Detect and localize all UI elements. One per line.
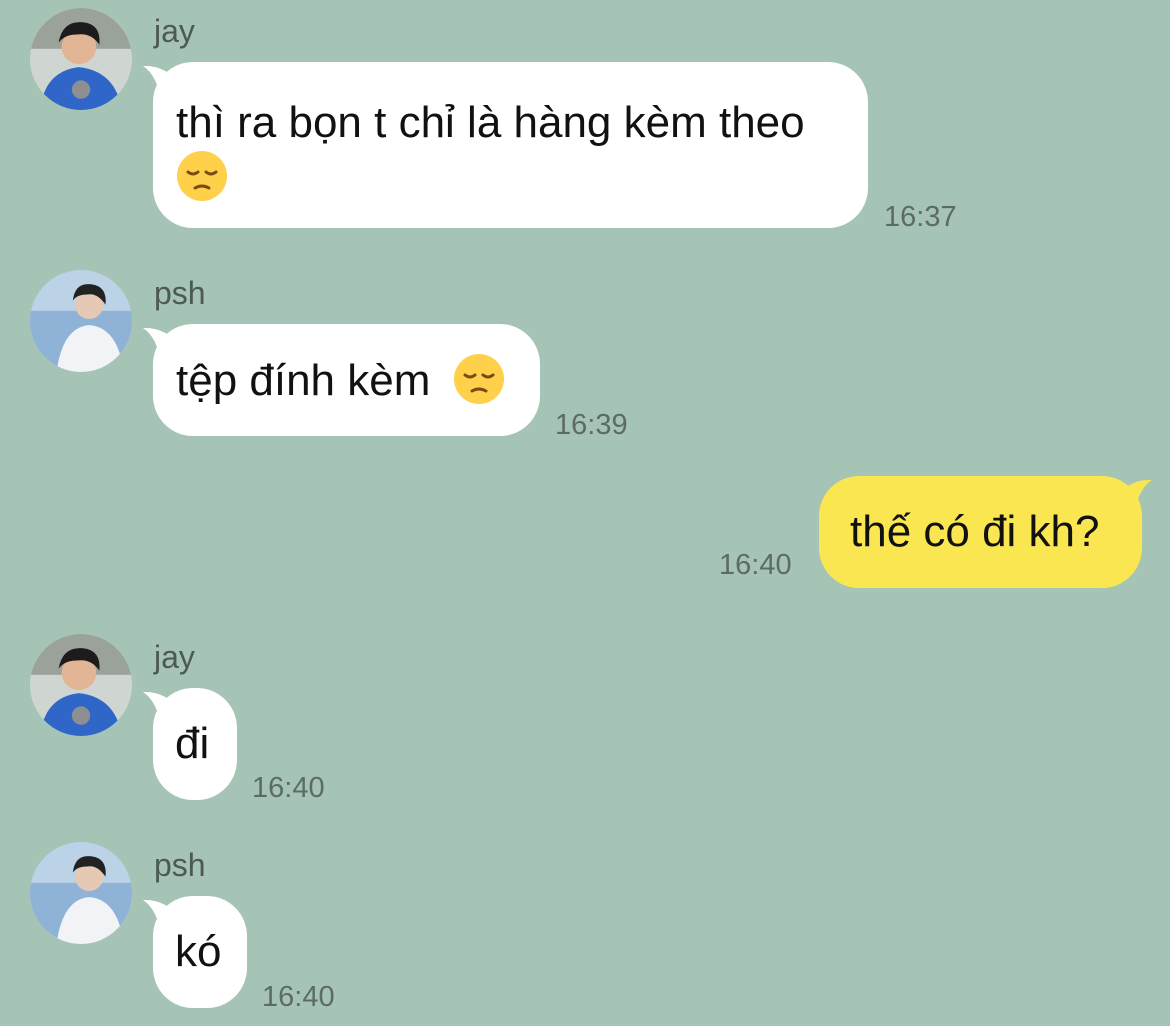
- pensive-face-icon: [176, 150, 228, 202]
- sender-name: jay: [154, 13, 195, 49]
- message-bubble[interactable]: thì ra bọn t chỉ là hàng kèm theo: [153, 62, 868, 228]
- pensive-face-icon: [453, 353, 505, 405]
- avatar-jay[interactable]: [30, 634, 132, 736]
- sender-name: psh: [154, 275, 206, 311]
- message-time: 16:40: [719, 549, 792, 581]
- message-bubble-outgoing[interactable]: thế có đi kh?: [819, 476, 1142, 588]
- message-text: tệp đính kèm: [176, 356, 431, 405]
- message-text: kó: [175, 927, 222, 976]
- avatar-psh-image: [30, 270, 132, 372]
- avatar-jay-image: [30, 8, 132, 110]
- message-text: thế có đi kh?: [850, 507, 1100, 556]
- message-bubble[interactable]: đi: [153, 688, 237, 800]
- message-text: đi: [175, 719, 210, 768]
- bubble-tail: [1112, 479, 1152, 515]
- avatar-psh-image: [30, 842, 132, 944]
- message-text: thì ra bọn t chỉ là hàng kèm theo: [176, 98, 805, 147]
- sender-name: psh: [154, 847, 206, 883]
- message-time: 16:37: [884, 201, 957, 233]
- avatar-psh[interactable]: [30, 270, 132, 372]
- avatar-psh[interactable]: [30, 842, 132, 944]
- message-time: 16:39: [555, 409, 628, 441]
- message-bubble[interactable]: tệp đính kèm: [153, 324, 540, 436]
- sender-name: jay: [154, 639, 195, 675]
- avatar-jay-image: [30, 634, 132, 736]
- message-bubble[interactable]: kó: [153, 896, 247, 1008]
- message-time: 16:40: [252, 772, 325, 804]
- message-time: 16:40: [262, 981, 335, 1013]
- avatar-jay[interactable]: [30, 8, 132, 110]
